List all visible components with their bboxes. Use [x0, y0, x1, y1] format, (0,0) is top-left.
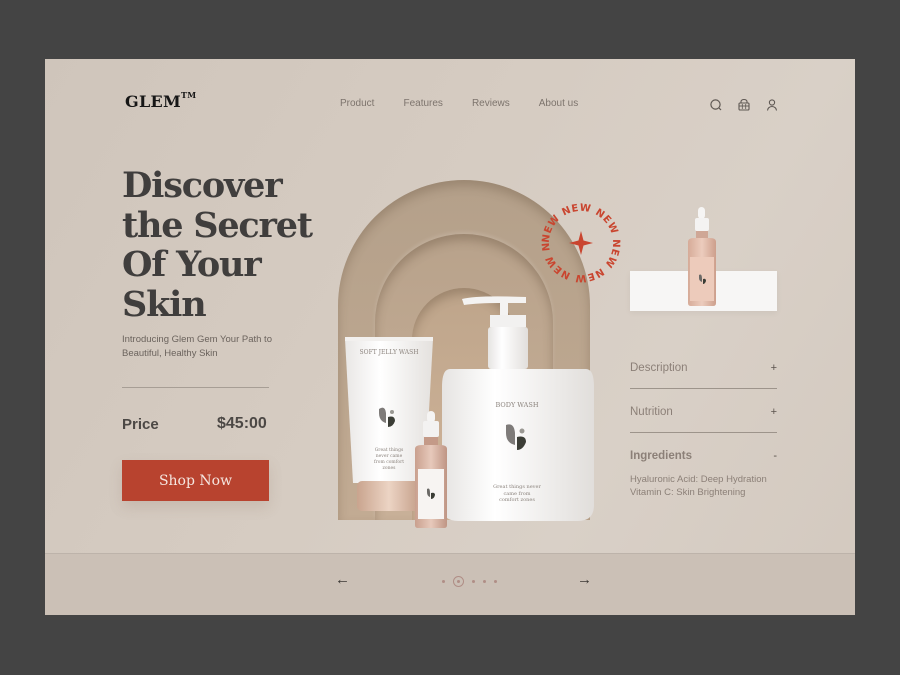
accordion-nutrition[interactable]: Nutrition +: [630, 401, 777, 423]
pagination-dot[interactable]: [472, 580, 475, 583]
divider: [122, 387, 269, 388]
prev-arrow-icon[interactable]: ←: [335, 571, 350, 588]
minus-icon[interactable]: -: [773, 450, 777, 462]
accordion-description[interactable]: Description +: [630, 357, 777, 379]
divider: [630, 432, 777, 433]
plus-icon[interactable]: +: [771, 406, 777, 418]
brand-logo[interactable]: GLEMTM: [125, 89, 197, 111]
accordion-ingredients[interactable]: Ingredients -: [630, 445, 777, 467]
main-nav: Product Features Reviews About us: [340, 98, 607, 109]
pump-label: BODY WASH: [495, 401, 539, 409]
headline-line: Skin: [122, 283, 207, 325]
next-arrow-icon[interactable]: →: [577, 571, 592, 588]
pagination-dot-active[interactable]: [453, 576, 464, 587]
trademark: TM: [181, 89, 197, 100]
hero-headline: Discover the Secret Of Your Skin: [122, 165, 313, 325]
nav-about-us[interactable]: About us: [539, 98, 578, 109]
carousel-footer: ← →: [45, 554, 855, 615]
nav-reviews[interactable]: Reviews: [472, 98, 510, 109]
header-icons: [708, 97, 780, 113]
price-value: $45:00: [217, 415, 267, 432]
product-serum-bottle[interactable]: [412, 411, 450, 529]
hero-subtitle: Introducing Glem Gem Your Path to Beauti…: [122, 334, 272, 359]
plus-icon[interactable]: +: [771, 362, 777, 374]
ingredient-line: Vitamin C: Skin Brightening: [630, 487, 746, 498]
ingredients-content: Hyaluronic Acid: Deep Hydration Vitamin …: [630, 473, 777, 499]
brand-name: GLEM: [125, 92, 182, 111]
price-label: Price: [122, 416, 159, 433]
accordion-title: Description: [630, 362, 688, 374]
shop-now-button[interactable]: Shop Now: [122, 460, 269, 501]
user-icon[interactable]: [764, 97, 780, 113]
accordion-title: Nutrition: [630, 406, 673, 418]
pump-tagline: Great things never came from comfort zon…: [493, 484, 541, 503]
basket-icon[interactable]: [736, 97, 752, 113]
accordion-title: Ingredients: [630, 450, 692, 462]
headline-line: Discover: [122, 165, 283, 206]
pagination-dots: [438, 576, 501, 587]
product-info-accordion: Description + Nutrition + Ingredients - …: [630, 357, 777, 499]
new-badge: NEW NEW NEW NEW NEW NEW NEW NEW: [537, 199, 620, 283]
tube-label: SOFT JELLY WASH: [359, 349, 419, 356]
search-icon[interactable]: [708, 97, 724, 113]
pagination-dot[interactable]: [494, 580, 497, 583]
thumbnail-serum-bottle[interactable]: [685, 207, 719, 307]
nav-product[interactable]: Product: [340, 98, 374, 109]
star-icon: [569, 231, 593, 255]
landing-page: GLEMTM Product Features Reviews About us…: [45, 59, 855, 615]
pagination-dot[interactable]: [483, 580, 486, 583]
pagination-dot[interactable]: [442, 580, 445, 583]
ingredient-line: Hyaluronic Acid: Deep Hydration: [630, 474, 767, 485]
divider: [630, 388, 777, 389]
headline-line: the Secret: [122, 204, 313, 246]
nav-features[interactable]: Features: [403, 98, 442, 109]
product-pump-bottle[interactable]: BODY WASH Great things never came from c…: [438, 295, 596, 527]
headline-line: Of Your: [122, 244, 262, 285]
